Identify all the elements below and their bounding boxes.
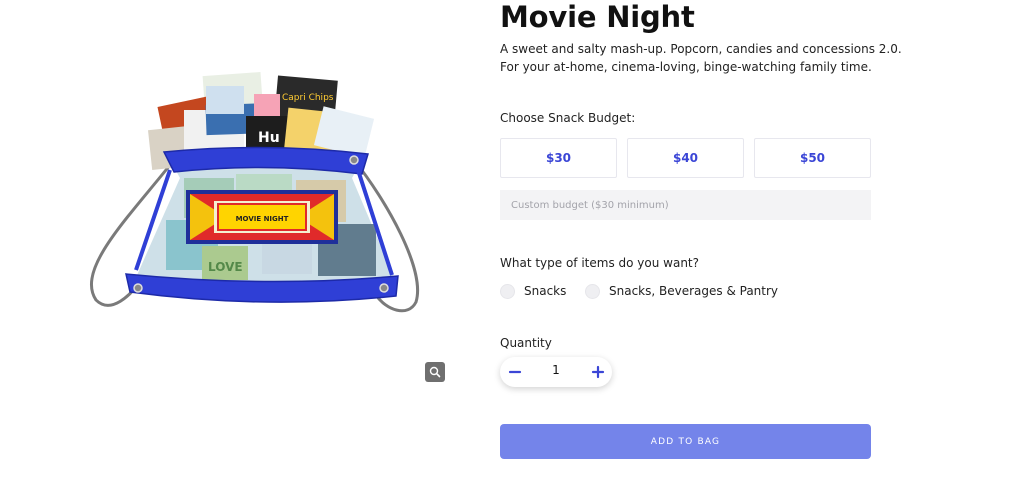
item-type-snacks-beverages-pantry-label: Snacks, Beverages & Pantry — [609, 284, 779, 298]
item-type-snacks-beverages-pantry[interactable]: Snacks, Beverages & Pantry — [585, 283, 778, 299]
budget-option-30[interactable]: $30 — [500, 138, 617, 178]
budget-option-50[interactable]: $50 — [754, 138, 871, 178]
item-type-snacks-label: Snacks — [524, 284, 567, 298]
radio-button[interactable] — [585, 283, 600, 299]
zoom-button[interactable] — [425, 362, 445, 382]
item-type-options: Snacks Snacks, Beverages & Pantry — [500, 283, 872, 299]
budget-options: $30 $40 $50 — [500, 138, 871, 178]
magnifier-icon — [429, 366, 441, 378]
minus-icon — [508, 370, 522, 374]
love-label: LOVE — [208, 260, 243, 274]
plus-icon — [591, 365, 605, 379]
description-line: For your at-home, cinema-loving, binge-w… — [500, 60, 872, 74]
quantity-stepper: 1 — [500, 357, 612, 387]
item-type-snacks[interactable]: Snacks — [500, 283, 566, 299]
quantity-increment-button[interactable] — [588, 362, 608, 382]
custom-budget-input[interactable] — [500, 190, 871, 220]
hu-label: Hu — [258, 130, 280, 146]
capri-chips-label: Capri Chips — [282, 93, 334, 103]
item-type-label: What type of items do you want? — [500, 256, 700, 270]
quantity-label: Quantity — [500, 336, 552, 350]
movie-night-banner: MOVIE NIGHT — [186, 190, 338, 244]
budget-option-40[interactable]: $40 — [627, 138, 744, 178]
quantity-decrement-button[interactable] — [505, 362, 525, 382]
quantity-value[interactable]: 1 — [536, 363, 576, 377]
product-image: Capri Chips Hu LOVE MOVIE NIGHT — [86, 70, 426, 320]
description-line: A sweet and salty mash-up. Popcorn, cand… — [500, 42, 902, 56]
radio-button[interactable] — [500, 283, 515, 299]
product-description: A sweet and salty mash-up. Popcorn, cand… — [500, 40, 902, 76]
product-page: Capri Chips Hu LOVE MOVIE NIGHT Movie Ni… — [0, 0, 1024, 478]
product-title: Movie Night — [500, 0, 695, 34]
add-to-bag-button[interactable]: ADD TO BAG — [500, 424, 871, 459]
budget-label: Choose Snack Budget: — [500, 111, 636, 125]
banner-text: MOVIE NIGHT — [236, 215, 289, 223]
